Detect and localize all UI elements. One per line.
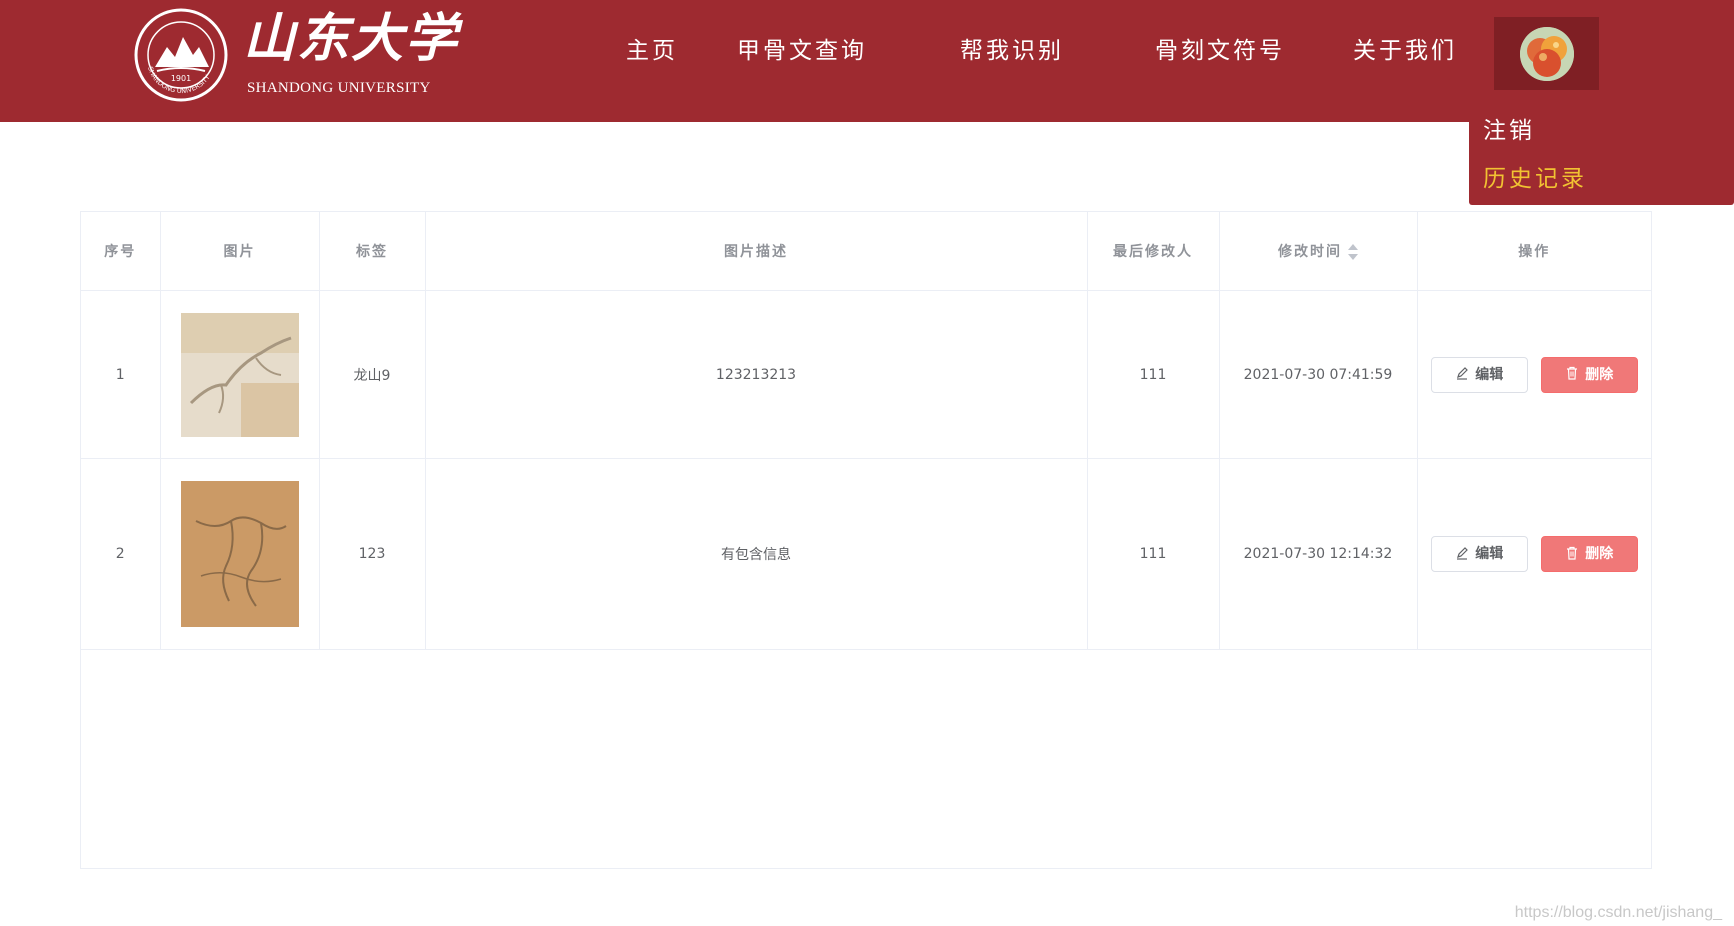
university-name[interactable]: 山东大学 — [243, 8, 457, 70]
delete-label: 删除 — [1585, 366, 1614, 383]
trash-icon — [1567, 546, 1578, 560]
user-menu-trigger[interactable] — [1494, 17, 1599, 90]
user-avatar[interactable] — [1520, 27, 1574, 81]
cell-image — [160, 458, 320, 650]
cell-modified-time: 2021-07-30 12:14:32 — [1219, 458, 1418, 650]
menu-item-logout[interactable]: 注销 — [1483, 111, 1535, 145]
trash-icon — [1567, 366, 1578, 380]
edit-label: 编辑 — [1475, 546, 1504, 562]
edit-button[interactable]: 编辑 — [1430, 356, 1528, 393]
cell-actions: 编辑 删除 — [1417, 458, 1651, 650]
pencil-icon — [1457, 546, 1469, 560]
column-header-modifier: 最后修改人 — [1087, 212, 1220, 291]
nav-bone-symbols[interactable]: 骨刻文符号 — [1155, 36, 1285, 66]
user-dropdown-menu: 注销 历史记录 — [1469, 99, 1734, 205]
history-table: 序号 图片 标签 图片描述 最后修改人 修改时间 操作 1 龙山9 123213… — [80, 211, 1652, 869]
cell-index: 2 — [81, 458, 161, 650]
cell-image — [160, 290, 320, 459]
column-header-index: 序号 — [81, 212, 161, 291]
sort-icon[interactable] — [1348, 244, 1358, 260]
column-header-description: 图片描述 — [425, 212, 1088, 291]
column-header-modified-time[interactable]: 修改时间 — [1219, 212, 1418, 291]
table-row: 2 123 有包含信息 111 2021-07-30 12:14:32 编辑 删… — [81, 458, 1651, 650]
column-header-image: 图片 — [160, 212, 320, 291]
pencil-icon — [1457, 367, 1469, 380]
menu-item-history[interactable]: 历史记录 — [1483, 159, 1587, 193]
edit-label: 编辑 — [1475, 366, 1504, 383]
delete-button[interactable]: 删除 — [1540, 356, 1638, 393]
apple-avatar-icon — [1520, 27, 1574, 81]
oracle-bone-thumbnail[interactable] — [180, 481, 299, 627]
nav-about-us[interactable]: 关于我们 — [1353, 36, 1457, 66]
modified-time-label: 修改时间 — [1278, 244, 1342, 260]
cell-index: 1 — [81, 290, 161, 459]
edit-button[interactable]: 编辑 — [1430, 536, 1528, 572]
column-header-actions: 操作 — [1417, 212, 1651, 291]
delete-label: 删除 — [1585, 546, 1614, 562]
table-row: 1 龙山9 123213213 111 2021-07-30 07:41:59 — [81, 290, 1651, 459]
cell-description: 123213213 — [425, 290, 1088, 459]
cell-modified-time: 2021-07-30 07:41:59 — [1219, 290, 1418, 459]
cell-actions: 编辑 删除 — [1417, 290, 1651, 459]
cell-modifier: 111 — [1087, 290, 1220, 459]
university-name-english: SHANDONG UNIVERSITY — [247, 80, 431, 96]
watermark-text: https://blog.csdn.net/jishang_ — [1514, 904, 1722, 921]
table-header-row: 序号 图片 标签 图片描述 最后修改人 修改时间 操作 — [81, 212, 1651, 291]
seal-year: 1901 — [171, 74, 191, 83]
nav-help-identify[interactable]: 帮我识别 — [960, 36, 1064, 66]
cell-tag: 龙山9 — [319, 290, 426, 459]
column-header-tag: 标签 — [319, 212, 426, 291]
delete-button[interactable]: 删除 — [1540, 536, 1638, 572]
cell-description: 有包含信息 — [425, 458, 1088, 650]
oracle-bone-thumbnail[interactable] — [180, 312, 299, 437]
university-seal-logo[interactable]: 1901 SHANDONG UNIVERSITY — [133, 7, 229, 103]
cell-modifier: 111 — [1087, 458, 1220, 650]
nav-oracle-query[interactable]: 甲骨文查询 — [737, 36, 867, 66]
cell-tag: 123 — [319, 458, 426, 650]
nav-home[interactable]: 主页 — [626, 36, 678, 66]
